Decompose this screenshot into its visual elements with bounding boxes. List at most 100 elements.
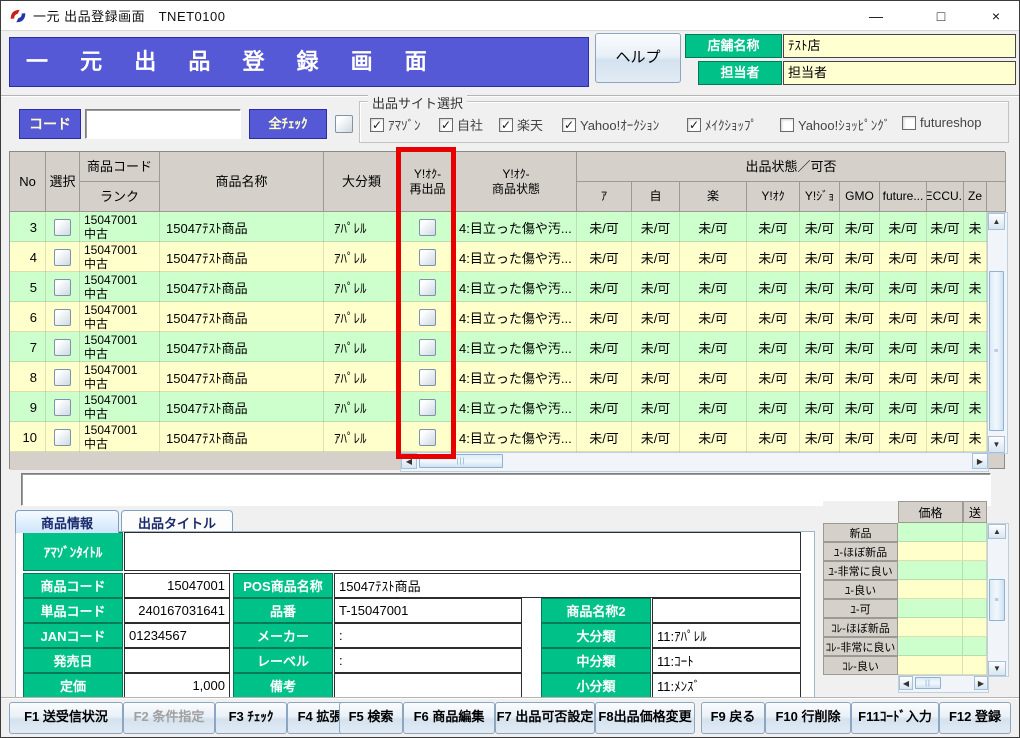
f5-button[interactable]: F5 検索	[339, 702, 403, 734]
scroll-right-button[interactable]: ▶	[972, 453, 988, 469]
f7-button[interactable]: F7 出品可否設定	[495, 702, 595, 734]
scroll-thumb[interactable]: ≡	[989, 579, 1005, 621]
table-row[interactable]: 315047001中古15047ﾃｽﾄ商品ｱﾊﾟﾚﾙ4:目立った傷や汚...未/…	[10, 212, 987, 242]
cell-status: 未	[964, 212, 987, 242]
site-label: futureshop	[920, 115, 981, 130]
scroll-thumb[interactable]: |||	[419, 454, 503, 468]
scroll-thumb[interactable]: ||	[915, 677, 941, 689]
row-select-checkbox[interactable]	[54, 309, 71, 326]
f12-button[interactable]: F12 登録	[939, 702, 1011, 734]
scroll-left-button[interactable]: ◀	[899, 676, 913, 690]
site-checkbox[interactable]: ✓	[687, 118, 701, 132]
amazon-title-label: ｱﾏｿﾞﾝﾀｲﾄﾙ	[23, 532, 123, 571]
cell-status: 未/可	[840, 332, 880, 362]
maximize-button[interactable]: □	[918, 1, 964, 31]
scroll-thumb[interactable]: ≡	[989, 271, 1004, 431]
f6-button[interactable]: F6 商品編集	[403, 702, 495, 734]
code-input[interactable]	[85, 109, 241, 139]
table-row[interactable]: 415047001中古15047ﾃｽﾄ商品ｱﾊﾟﾚﾙ4:目立った傷や汚...未/…	[10, 242, 987, 272]
site-checkbox[interactable]	[780, 118, 794, 132]
scroll-left-button[interactable]: ◀	[401, 453, 417, 469]
site-checkbox[interactable]	[902, 116, 916, 130]
cell-status: 未/可	[880, 422, 927, 452]
cell-status: 未/可	[880, 332, 927, 362]
product-code: 15047001	[84, 363, 137, 377]
f11-button[interactable]: F11ｺｰﾄﾞ入力	[851, 702, 939, 734]
yahoo-relist-checkbox[interactable]	[419, 339, 436, 356]
site-checkbox[interactable]: ✓	[370, 118, 384, 132]
table-row[interactable]: 1015047001中古15047ﾃｽﾄ商品ｱﾊﾟﾚﾙ4:目立った傷や汚...未…	[10, 422, 987, 452]
f10-button[interactable]: F10 行削除	[765, 702, 851, 734]
yahoo-relist-checkbox[interactable]	[419, 219, 436, 236]
cell-status: 未/可	[800, 302, 840, 332]
close-button[interactable]: ×	[973, 1, 1019, 31]
all-check-checkbox[interactable]	[335, 115, 353, 133]
yahoo-relist-checkbox[interactable]	[419, 249, 436, 266]
table-row[interactable]: 715047001中古15047ﾃｽﾄ商品ｱﾊﾟﾚﾙ4:目立った傷や汚...未/…	[10, 332, 987, 362]
shipping-col-header: 送	[963, 501, 987, 523]
price-vertical-scrollbar[interactable]: ▲ ≡ ▼	[987, 523, 1009, 677]
yahoo-relist-checkbox[interactable]	[419, 369, 436, 386]
column-header-code: 商品コード	[80, 152, 160, 182]
table-row[interactable]: 515047001中古15047ﾃｽﾄ商品ｱﾊﾟﾚﾙ4:目立った傷や汚...未/…	[10, 272, 987, 302]
help-button[interactable]: ヘルプ	[595, 33, 681, 83]
site-checkbox[interactable]: ✓	[499, 118, 513, 132]
minimize-button[interactable]: —	[853, 1, 899, 31]
table-row[interactable]: 815047001中古15047ﾃｽﾄ商品ｱﾊﾟﾚﾙ4:目立った傷や汚...未/…	[10, 362, 987, 392]
table-row[interactable]: 615047001中古15047ﾃｽﾄ商品ｱﾊﾟﾚﾙ4:目立った傷や汚...未/…	[10, 302, 987, 332]
scroll-down-button[interactable]: ▼	[988, 661, 1006, 676]
row-select-checkbox[interactable]	[54, 279, 71, 296]
grid-vertical-scrollbar[interactable]: ▲ ≡ ▼	[987, 212, 1008, 454]
row-select-checkbox[interactable]	[54, 339, 71, 356]
cell-yahoo-relist	[400, 212, 456, 242]
row-select-checkbox[interactable]	[54, 399, 71, 416]
row-select-checkbox[interactable]	[54, 429, 71, 446]
row-select-checkbox[interactable]	[54, 219, 71, 236]
cell-status: 未	[964, 302, 987, 332]
all-check-label: 全ﾁｪｯｸ	[249, 109, 327, 139]
f8-button[interactable]: F8出品価格変更	[595, 702, 695, 734]
yahoo-relist-checkbox[interactable]	[419, 399, 436, 416]
tab-listing-title[interactable]: 出品タイトル	[121, 510, 233, 533]
yahoo-relist-checkbox[interactable]	[419, 429, 436, 446]
amazon-title-value	[124, 532, 801, 571]
yahoo-relist-checkbox[interactable]	[419, 309, 436, 326]
f3-button[interactable]: F3 ﾁｪｯｸ	[215, 702, 287, 734]
cell-name: 15047ﾃｽﾄ商品	[160, 302, 324, 332]
f1-button[interactable]: F1 送受信状況	[9, 702, 123, 734]
cell-status: 未/可	[840, 422, 880, 452]
cell-yahoo-condition: 4:目立った傷や汚...	[456, 332, 577, 362]
cell-status: 未	[964, 362, 987, 392]
site-checkbox[interactable]: ✓	[562, 118, 576, 132]
cell-yahoo-condition: 4:目立った傷や汚...	[456, 392, 577, 422]
row-select-checkbox[interactable]	[54, 369, 71, 386]
tab-product-info[interactable]: 商品情報	[15, 510, 119, 533]
scroll-up-button[interactable]: ▲	[988, 524, 1006, 539]
scroll-right-button[interactable]: ▶	[974, 676, 988, 690]
table-row[interactable]: 915047001中古15047ﾃｽﾄ商品ｱﾊﾟﾚﾙ4:目立った傷や汚...未/…	[10, 392, 987, 422]
check-icon: ✓	[564, 119, 574, 131]
cell-status: 未	[964, 392, 987, 422]
shipping-cell	[963, 580, 987, 599]
column-header-status: GMO	[840, 182, 880, 212]
grid-horizontal-scrollbar[interactable]: ◀ ||| ▶	[400, 452, 989, 472]
f9-button[interactable]: F9 戻る	[701, 702, 765, 734]
scroll-up-button[interactable]: ▲	[988, 213, 1005, 230]
row-select-checkbox[interactable]	[54, 249, 71, 266]
site-checkbox[interactable]: ✓	[439, 118, 453, 132]
detail-value: 11:ﾒﾝｽﾞ	[652, 673, 801, 698]
cell-status: 未/可	[577, 212, 632, 242]
cell-select	[46, 332, 80, 362]
cell-no: 6	[10, 302, 46, 332]
shipping-cell	[963, 542, 987, 561]
price-horizontal-scrollbar[interactable]: ◀ || ▶	[898, 675, 989, 693]
scroll-down-button[interactable]: ▼	[988, 436, 1005, 453]
yahoo-relist-checkbox[interactable]	[419, 279, 436, 296]
price-row-label: ﾕ-良い	[823, 580, 898, 599]
cell-category: ｱﾊﾟﾚﾙ	[324, 302, 400, 332]
cell-status: 未/可	[747, 212, 800, 242]
price-cell	[898, 618, 963, 637]
cell-status: 未/可	[747, 272, 800, 302]
product-code: 15047001	[84, 243, 137, 257]
product-rank: 中古	[84, 227, 137, 241]
